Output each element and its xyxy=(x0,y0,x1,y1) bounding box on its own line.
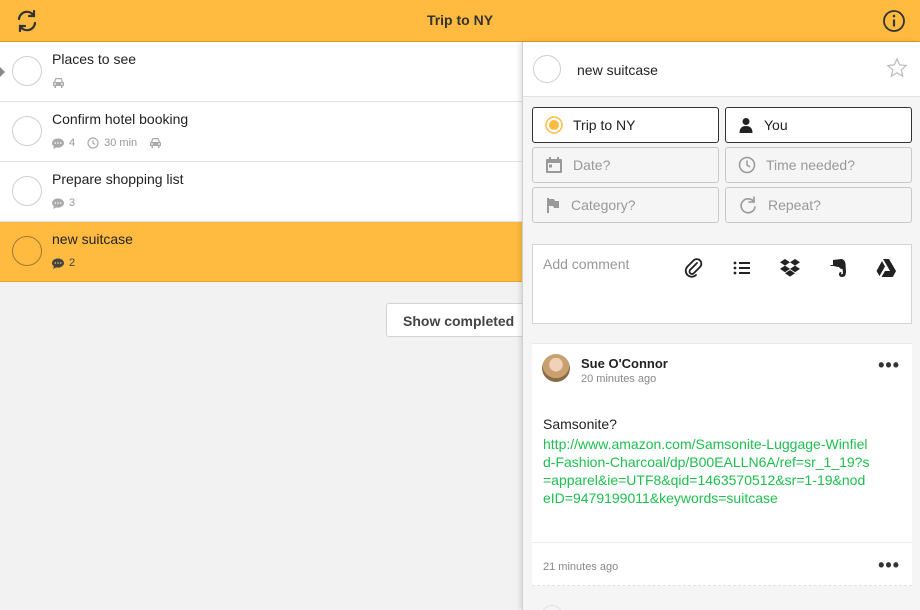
date-field[interactable]: Date? xyxy=(532,147,719,183)
task-detail-panel: new suitcase Trip to NY You Date? Time n… xyxy=(522,42,920,610)
person-icon xyxy=(739,118,753,133)
task-meta xyxy=(52,76,82,90)
category-field-value: Category? xyxy=(571,197,636,213)
clock-icon xyxy=(87,137,99,149)
task-row-confirm-hotel-booking[interactable]: Confirm hotel booking 4 30 min xyxy=(0,102,522,162)
google-drive-icon[interactable] xyxy=(875,257,899,279)
date-field-value: Date? xyxy=(573,157,611,173)
task-row-new-suitcase[interactable]: new suitcase 2 xyxy=(0,222,522,282)
star-icon[interactable] xyxy=(886,57,908,84)
task-name: Confirm hotel booking xyxy=(52,111,189,127)
comment-toolbar xyxy=(659,257,899,279)
car-icon xyxy=(52,77,70,89)
task-meta: 4 30 min xyxy=(52,136,179,150)
list-field-value: Trip to NY xyxy=(573,117,636,133)
comment-time: 20 minutes ago xyxy=(581,373,657,385)
more-options-icon[interactable]: ••• xyxy=(878,356,900,374)
comment-item: 21 minutes ago ••• xyxy=(532,542,912,586)
task-list: Places to see Confirm hotel booking 4 30… xyxy=(0,42,522,282)
comment-count: 3 xyxy=(69,197,76,209)
avatar xyxy=(542,354,570,382)
task-checkbox[interactable] xyxy=(12,116,42,146)
car-icon xyxy=(149,137,167,149)
list-field[interactable]: Trip to NY xyxy=(532,107,719,143)
assignee-field-value: You xyxy=(764,117,788,133)
comment-bubble-icon xyxy=(52,197,64,209)
info-icon[interactable] xyxy=(882,9,906,33)
page-title: Trip to NY xyxy=(426,12,494,28)
task-row-prepare-shopping-list[interactable]: Prepare shopping list 3 xyxy=(0,162,522,222)
comment-author: Sue O'Connor xyxy=(581,356,668,371)
comment-link[interactable]: http://www.amazon.com/Samsonite-Luggage-… xyxy=(543,435,873,507)
time-needed-field-value: Time needed? xyxy=(766,157,855,173)
comment-time: 21 minutes ago xyxy=(543,561,619,573)
duration-label: 30 min xyxy=(104,137,138,149)
detail-task-name[interactable]: new suitcase xyxy=(577,62,658,78)
task-checkbox[interactable] xyxy=(12,176,42,206)
next-comment-avatar xyxy=(541,605,563,610)
repeat-icon xyxy=(740,196,756,214)
task-meta: 3 xyxy=(52,196,87,210)
comment-input[interactable]: Add comment xyxy=(543,256,629,272)
comment-item: Sue O'Connor 20 minutes ago ••• Samsonit… xyxy=(532,343,912,543)
task-name: new suitcase xyxy=(52,231,133,247)
flag-icon xyxy=(547,198,559,213)
task-name: Places to see xyxy=(52,51,137,67)
comment-count: 4 xyxy=(69,137,76,149)
task-row-places-to-see[interactable]: Places to see xyxy=(0,42,522,102)
top-bar: Trip to NY xyxy=(0,0,920,42)
more-options-icon[interactable]: ••• xyxy=(878,556,900,574)
comment-count: 2 xyxy=(69,257,76,269)
comment-bubble-icon xyxy=(52,137,64,149)
show-completed-button[interactable]: Show completed xyxy=(386,303,536,337)
repeat-field-value: Repeat? xyxy=(768,197,821,213)
task-name: Prepare shopping list xyxy=(52,171,184,187)
detail-header: new suitcase xyxy=(523,42,920,97)
repeat-field[interactable]: Repeat? xyxy=(725,187,912,223)
detail-task-checkbox[interactable] xyxy=(533,55,561,83)
assignee-field[interactable]: You xyxy=(725,107,912,143)
task-meta: 2 xyxy=(52,256,87,270)
clock-icon xyxy=(738,156,756,174)
attachment-icon[interactable] xyxy=(683,257,707,279)
dropbox-icon[interactable] xyxy=(779,257,803,279)
evernote-icon[interactable] xyxy=(827,257,851,279)
task-checkbox[interactable] xyxy=(12,236,42,266)
task-checkbox[interactable] xyxy=(12,56,42,86)
comment-text: Samsonite? xyxy=(543,416,617,432)
comment-bubble-icon xyxy=(52,257,64,269)
comment-input-box[interactable]: Add comment xyxy=(532,244,912,324)
list-radio-icon xyxy=(545,116,563,134)
category-field[interactable]: Category? xyxy=(532,187,719,223)
checklist-icon[interactable] xyxy=(731,257,755,279)
calendar-icon xyxy=(546,157,562,173)
drag-pointer-icon xyxy=(0,67,5,77)
time-needed-field[interactable]: Time needed? xyxy=(725,147,912,183)
